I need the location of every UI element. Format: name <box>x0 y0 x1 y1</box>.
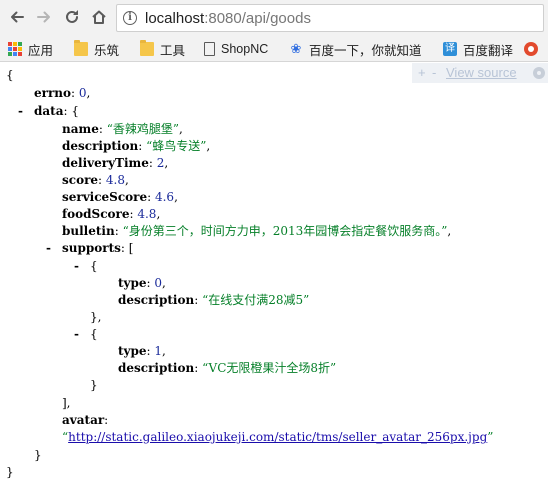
json-key: foodScore <box>62 207 130 221</box>
json-row-score: score: 4.8, <box>62 173 129 187</box>
address-bar[interactable]: i localhost:8080/api/goods <box>116 4 544 32</box>
bookmark-baidu-translate[interactable]: 译 百度翻译 <box>443 39 513 59</box>
json-open-brace: { <box>6 68 14 82</box>
json-number: 1 <box>154 344 163 358</box>
json-key: score <box>62 173 99 187</box>
json-supports-close: ], <box>62 396 71 410</box>
bookmark-extension[interactable] <box>524 39 544 59</box>
bookmark-label: 乐筑 <box>94 43 120 58</box>
json-key: serviceScore <box>62 190 148 204</box>
folder-icon <box>140 40 154 56</box>
json-string: “身份第三个，时间方力申，2013年园博会指定餐饮服务商。” <box>122 224 448 238</box>
bookmark-tools[interactable]: 工具 <box>140 39 185 59</box>
bookmark-label: ShopNC <box>221 42 269 56</box>
bookmark-label: 应用 <box>28 43 54 58</box>
collapse-support-0-toggle[interactable]: - <box>74 258 79 275</box>
json-row-data: data: { <box>34 104 79 118</box>
browser-toolbar: i localhost:8080/api/goods <box>0 0 548 36</box>
json-row-avatar: avatar: <box>62 413 109 427</box>
json-number: 4.8 <box>137 207 157 221</box>
view-source-link[interactable]: View source <box>446 63 517 83</box>
apps-icon <box>8 42 22 56</box>
json-key: bulletin <box>62 224 115 238</box>
site-info-icon[interactable]: i <box>123 11 137 25</box>
json-row-errno: errno: 0, <box>34 86 91 100</box>
json-key: type <box>118 276 147 290</box>
json-key: data <box>34 104 64 118</box>
forward-button[interactable] <box>33 6 55 28</box>
json-number: 0 <box>78 86 87 100</box>
json-row-deliveryTime: deliveryTime: 2, <box>62 156 169 170</box>
json-number: 4.8 <box>105 173 125 187</box>
extension-icon <box>524 42 538 56</box>
bookmark-shopnc[interactable]: ShopNC <box>204 39 268 59</box>
json-row-foodScore: foodScore: 4.8, <box>62 207 161 221</box>
expand-all-button[interactable]: + <box>418 63 426 83</box>
home-icon <box>92 10 106 24</box>
json-support-0-open: { <box>90 259 98 273</box>
json-key: type <box>118 344 147 358</box>
bookmarks-bar: 应用 乐筑 工具 ShopNC ❀ 百度一下，你就知道 译 百度翻译 <box>0 36 548 62</box>
bookmark-baidu[interactable]: ❀ 百度一下，你就知道 <box>289 39 422 59</box>
viewer-controls: + - View source <box>412 63 548 83</box>
bookmark-label: 百度一下，你就知道 <box>309 43 422 58</box>
json-viewer: + - View source { errno: 0, - data: { na… <box>0 63 548 490</box>
json-row-serviceScore: serviceScore: 4.6, <box>62 190 178 204</box>
back-arrow-icon <box>11 11 24 23</box>
json-row-support-1-description: description: “VC无限橙果汁全场8折” <box>118 361 337 375</box>
json-key: description <box>62 139 139 153</box>
json-string: “VC无限橙果汁全场8折” <box>202 361 337 375</box>
json-number: 4.6 <box>154 190 175 204</box>
json-row-name: name: “香辣鸡腿堡”, <box>62 122 183 136</box>
bookmark-apps[interactable]: 应用 <box>8 39 53 59</box>
json-number: 0 <box>154 276 163 290</box>
json-key: errno <box>34 86 72 100</box>
json-string: “蜂鸟专送” <box>146 139 207 153</box>
bookmark-label: 百度翻译 <box>463 43 514 58</box>
json-close-brace: } <box>6 465 14 479</box>
json-row-support-0-description: description: “在线支付满28减5” <box>118 293 310 307</box>
json-key: description <box>118 361 195 375</box>
gear-icon[interactable] <box>533 67 545 79</box>
folder-icon <box>74 40 88 56</box>
collapse-data-toggle[interactable]: - <box>18 103 23 120</box>
bookmark-lezhu[interactable]: 乐筑 <box>74 39 119 59</box>
page-icon <box>204 42 215 56</box>
json-key: name <box>62 122 99 136</box>
json-data-close: } <box>34 448 42 462</box>
home-button[interactable] <box>88 6 110 28</box>
json-row-avatar-value: “http://static.galileo.xiaojukeji.com/st… <box>62 430 494 444</box>
json-string: “香辣鸡腿堡” <box>106 122 179 136</box>
bookmark-label: 工具 <box>160 43 186 58</box>
json-key: supports <box>62 241 121 255</box>
json-row-bulletin: bulletin: “身份第三个，时间方力申，2013年园博会指定餐饮服务商。”… <box>62 224 452 238</box>
avatar-url-link[interactable]: http://static.galileo.xiaojukeji.com/sta… <box>68 430 487 444</box>
collapse-all-button[interactable]: - <box>432 63 436 83</box>
address-url[interactable]: localhost:8080/api/goods <box>145 10 311 27</box>
json-support-0-close: }, <box>90 310 102 324</box>
collapse-support-1-toggle[interactable]: - <box>74 326 79 343</box>
forward-arrow-icon <box>37 11 50 23</box>
reload-icon <box>66 10 78 23</box>
json-row-supports: supports: [ <box>62 241 134 255</box>
json-key: description <box>118 293 195 307</box>
json-key: deliveryTime <box>62 156 149 170</box>
collapse-supports-toggle[interactable]: - <box>46 240 51 257</box>
reload-button[interactable] <box>61 6 83 28</box>
back-button[interactable] <box>6 6 28 28</box>
baidu-paw-icon: ❀ <box>290 41 302 56</box>
json-support-1-open: { <box>90 327 98 341</box>
json-row-support-1-type: type: 1, <box>118 344 166 358</box>
json-row-description: description: “蜂鸟专送”, <box>62 139 211 153</box>
json-string: “在线支付满28减5” <box>202 293 310 307</box>
translate-icon: 译 <box>443 42 457 56</box>
json-key: avatar <box>62 413 105 427</box>
json-support-1-close: } <box>90 378 98 392</box>
json-row-support-0-type: type: 0, <box>118 276 166 290</box>
